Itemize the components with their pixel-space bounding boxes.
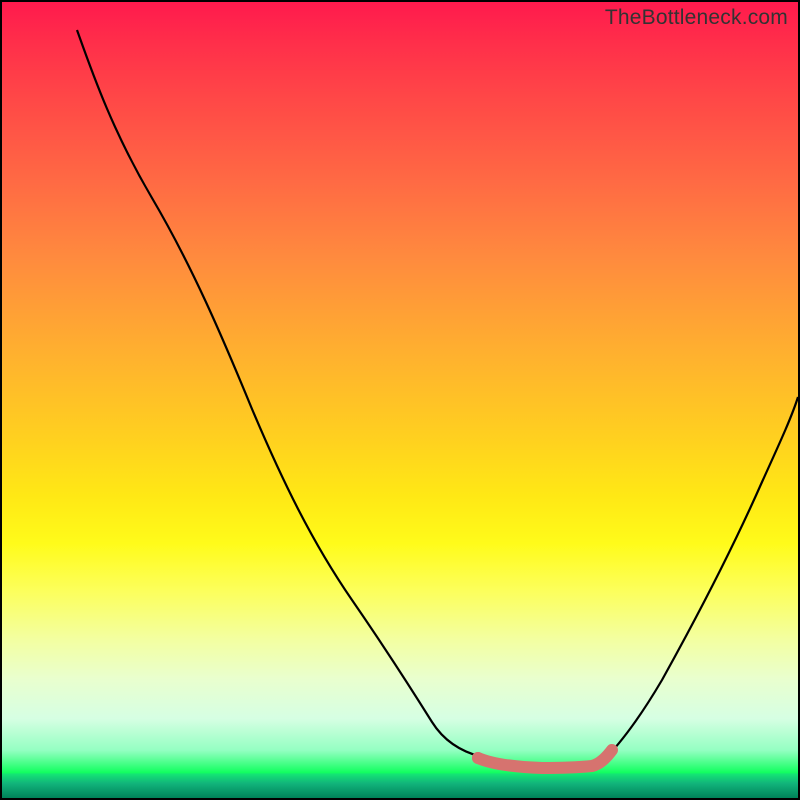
highlight-dot-left [472,752,484,764]
highlight-band [478,750,612,768]
watermark-text: TheBottleneck.com [605,6,788,30]
chart-frame: TheBottleneck.com [0,0,800,800]
curve-svg [2,2,800,802]
bottleneck-curve-left [77,30,482,757]
bottleneck-curve-right [602,397,798,762]
